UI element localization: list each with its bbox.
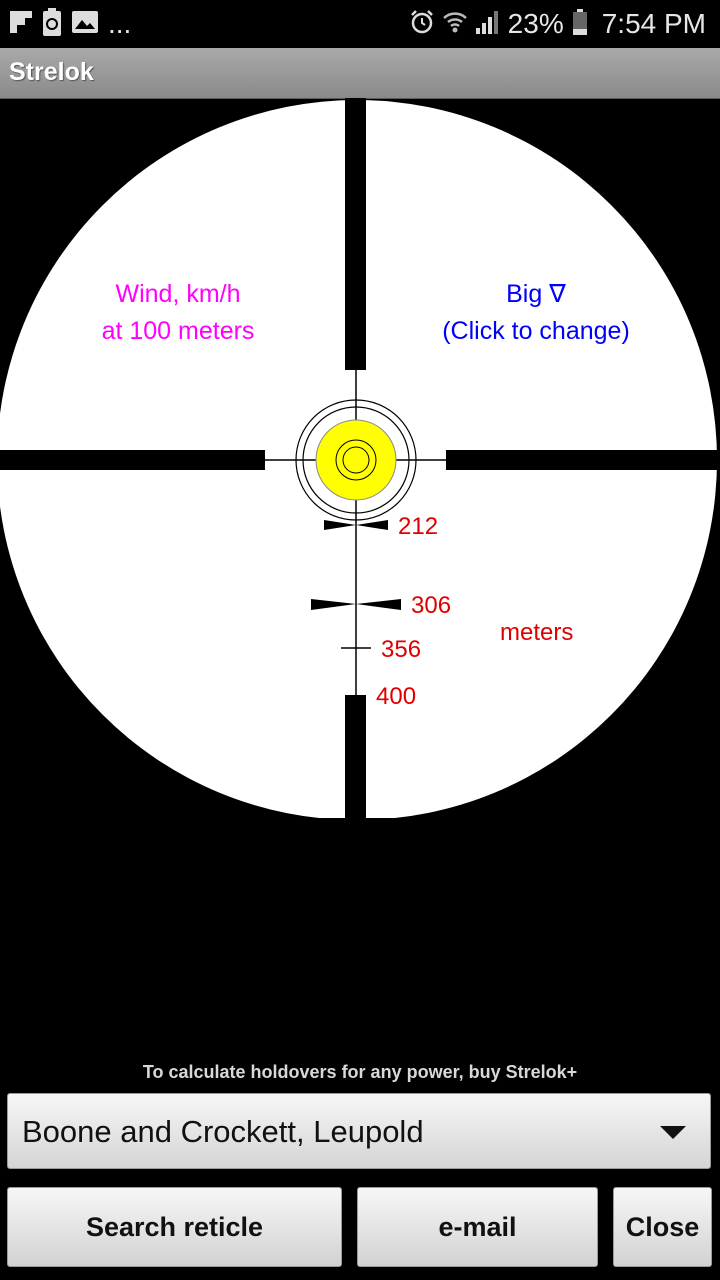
battery-percent: 23% (507, 8, 564, 39)
battery-icon (572, 8, 588, 40)
wind-label: Wind, km/h at 100 meters (78, 276, 278, 350)
range-mark-212: 212 (398, 513, 439, 540)
app-title: Strelok (9, 58, 94, 86)
alarm-icon (410, 9, 434, 40)
range-mark-400: 400 (376, 683, 417, 710)
dropdown-arrow-icon (660, 1126, 686, 1139)
right-post (446, 450, 720, 470)
status-bar: ... 23% 7:54 PM (0, 0, 720, 48)
wifi-icon (442, 9, 468, 40)
range-mark-356: 356 (381, 636, 422, 663)
notification-icons: ... (10, 7, 132, 41)
wind-label-line2: at 100 meters (101, 317, 255, 345)
more-notifications-icon: ... (108, 8, 132, 39)
center-dot (315, 419, 397, 501)
flipboard-icon (10, 10, 32, 38)
bottom-post (345, 695, 366, 820)
gallery-icon (72, 10, 98, 38)
clock: 7:54 PM (601, 8, 706, 39)
recycle-battery-icon (42, 7, 62, 41)
top-post (345, 98, 366, 370)
close-button[interactable]: Close (613, 1187, 712, 1267)
big-marker-label-line1[interactable]: Big ∇ (425, 276, 647, 313)
app-title-bar: Strelok (0, 48, 720, 99)
cellular-signal-icon (475, 10, 500, 39)
email-button[interactable]: e-mail (357, 1187, 598, 1267)
reticle-view[interactable]: Wind, km/h at 100 meters Big ∇ (Click to… (0, 98, 720, 820)
big-marker-label[interactable]: Big ∇ (Click to change) (425, 276, 647, 350)
reticle-select-value: Boone and Crockett, Leupold (22, 1114, 424, 1149)
big-marker-label-line2[interactable]: (Click to change) (425, 313, 647, 350)
reticle-drawing (0, 98, 720, 820)
left-post (0, 450, 265, 470)
upgrade-promo-text: To calculate holdovers for any power, bu… (142, 1062, 578, 1082)
search-reticle-button[interactable]: Search reticle (7, 1187, 342, 1267)
wind-label-line1: Wind, km/h (115, 280, 241, 308)
system-icons: 23% 7:54 PM (410, 6, 706, 42)
units-label: meters (500, 619, 574, 646)
reticle-select[interactable]: Boone and Crockett, Leupold (7, 1093, 711, 1169)
range-mark-306: 306 (411, 592, 452, 619)
